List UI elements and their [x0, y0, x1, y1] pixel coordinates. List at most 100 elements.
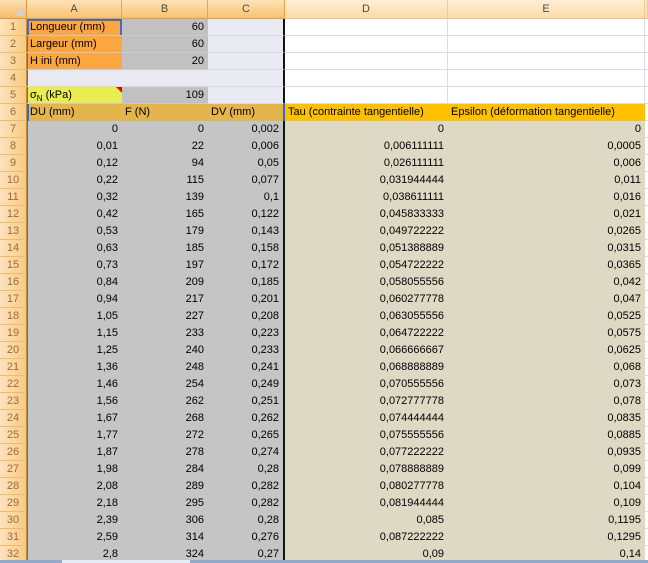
cell-E22[interactable]: 0,073: [448, 376, 645, 393]
cell-B13[interactable]: 179: [122, 223, 208, 240]
cell-B21[interactable]: 248: [122, 359, 208, 376]
cell-C7[interactable]: 0,002: [208, 121, 285, 138]
cell-A23[interactable]: 1,56: [27, 393, 122, 410]
row-header-7[interactable]: 7: [0, 121, 27, 138]
cell-B10[interactable]: 115: [122, 172, 208, 189]
cell-D1[interactable]: [285, 19, 448, 36]
cell-E15[interactable]: 0,0365: [448, 257, 645, 274]
column-header-A[interactable]: A: [27, 0, 122, 19]
cell-A31[interactable]: 2,59: [27, 529, 122, 546]
cell-B6[interactable]: F (N): [122, 104, 208, 121]
cell-D16[interactable]: 0,058055556: [285, 274, 448, 291]
cell-C18[interactable]: 0,208: [208, 308, 285, 325]
cell-A5[interactable]: σN (kPa): [27, 87, 122, 104]
row-header-28[interactable]: 28: [0, 478, 27, 495]
cell-B15[interactable]: 197: [122, 257, 208, 274]
cell-C12[interactable]: 0,122: [208, 206, 285, 223]
cell-D8[interactable]: 0,006111111: [285, 138, 448, 155]
cell-B16[interactable]: 209: [122, 274, 208, 291]
cell-C20[interactable]: 0,233: [208, 342, 285, 359]
cell-A18[interactable]: 1,05: [27, 308, 122, 325]
row-header-27[interactable]: 27: [0, 461, 27, 478]
row-header-13[interactable]: 13: [0, 223, 27, 240]
row-header-21[interactable]: 21: [0, 359, 27, 376]
cell-A17[interactable]: 0,94: [27, 291, 122, 308]
cell-B28[interactable]: 289: [122, 478, 208, 495]
cell-E26[interactable]: 0,0935: [448, 444, 645, 461]
column-header-C[interactable]: C: [208, 0, 285, 19]
select-all-button[interactable]: [0, 0, 27, 19]
cell-C26[interactable]: 0,274: [208, 444, 285, 461]
cell-E16[interactable]: 0,042: [448, 274, 645, 291]
cell-E14[interactable]: 0,0315: [448, 240, 645, 257]
row-header-16[interactable]: 16: [0, 274, 27, 291]
cell-B17[interactable]: 217: [122, 291, 208, 308]
cell-E20[interactable]: 0,0625: [448, 342, 645, 359]
cell-E8[interactable]: 0,0005: [448, 138, 645, 155]
row-header-24[interactable]: 24: [0, 410, 27, 427]
cell-B26[interactable]: 278: [122, 444, 208, 461]
cell-B24[interactable]: 268: [122, 410, 208, 427]
cell-A8[interactable]: 0,01: [27, 138, 122, 155]
cell-A24[interactable]: 1,67: [27, 410, 122, 427]
cell-D25[interactable]: 0,075555556: [285, 427, 448, 444]
row-header-19[interactable]: 19: [0, 325, 27, 342]
cell-C2[interactable]: [208, 36, 285, 53]
cell-E6[interactable]: Epsilon (déformation tangentielle): [448, 104, 645, 121]
cell-B23[interactable]: 262: [122, 393, 208, 410]
cell-C4[interactable]: [208, 70, 285, 87]
cell-D3[interactable]: [285, 53, 448, 70]
cell-B18[interactable]: 227: [122, 308, 208, 325]
cell-A3[interactable]: H ini (mm): [27, 53, 122, 70]
cell-E4[interactable]: [448, 70, 645, 87]
cell-C27[interactable]: 0,28: [208, 461, 285, 478]
cell-A20[interactable]: 1,25: [27, 342, 122, 359]
cell-C19[interactable]: 0,223: [208, 325, 285, 342]
cell-E29[interactable]: 0,109: [448, 495, 645, 512]
cell-A22[interactable]: 1,46: [27, 376, 122, 393]
cell-A9[interactable]: 0,12: [27, 155, 122, 172]
cell-D18[interactable]: 0,063055556: [285, 308, 448, 325]
cell-D22[interactable]: 0,070555556: [285, 376, 448, 393]
cell-A11[interactable]: 0,32: [27, 189, 122, 206]
cell-E24[interactable]: 0,0835: [448, 410, 645, 427]
cell-C22[interactable]: 0,249: [208, 376, 285, 393]
row-header-17[interactable]: 17: [0, 291, 27, 308]
row-header-14[interactable]: 14: [0, 240, 27, 257]
cell-E5[interactable]: [448, 87, 645, 104]
cell-C21[interactable]: 0,241: [208, 359, 285, 376]
cell-D21[interactable]: 0,068888889: [285, 359, 448, 376]
cell-D9[interactable]: 0,026111111: [285, 155, 448, 172]
cell-B14[interactable]: 185: [122, 240, 208, 257]
cell-E18[interactable]: 0,0525: [448, 308, 645, 325]
cell-E11[interactable]: 0,016: [448, 189, 645, 206]
cell-D19[interactable]: 0,064722222: [285, 325, 448, 342]
cell-E31[interactable]: 0,1295: [448, 529, 645, 546]
row-header-29[interactable]: 29: [0, 495, 27, 512]
row-header-4[interactable]: 4: [0, 70, 27, 87]
cell-D24[interactable]: 0,074444444: [285, 410, 448, 427]
cell-E9[interactable]: 0,006: [448, 155, 645, 172]
cell-B22[interactable]: 254: [122, 376, 208, 393]
cell-D7[interactable]: 0: [285, 121, 448, 138]
cell-C29[interactable]: 0,282: [208, 495, 285, 512]
column-header-B[interactable]: B: [122, 0, 208, 19]
cell-D12[interactable]: 0,045833333: [285, 206, 448, 223]
cell-D4[interactable]: [285, 70, 448, 87]
row-header-12[interactable]: 12: [0, 206, 27, 223]
cell-B1[interactable]: 60: [122, 19, 208, 36]
row-header-31[interactable]: 31: [0, 529, 27, 546]
cell-E2[interactable]: [448, 36, 645, 53]
cell-A1[interactable]: Longueur (mm): [27, 19, 122, 36]
cell-D30[interactable]: 0,085: [285, 512, 448, 529]
cell-A7[interactable]: 0: [27, 121, 122, 138]
cell-E21[interactable]: 0,068: [448, 359, 645, 376]
cell-D5[interactable]: [285, 87, 448, 104]
cell-A4[interactable]: [27, 70, 122, 87]
cell-C1[interactable]: [208, 19, 285, 36]
cell-B4[interactable]: [122, 70, 208, 87]
row-header-25[interactable]: 25: [0, 427, 27, 444]
cell-A27[interactable]: 1,98: [27, 461, 122, 478]
cell-E30[interactable]: 0,1195: [448, 512, 645, 529]
cell-E12[interactable]: 0,021: [448, 206, 645, 223]
